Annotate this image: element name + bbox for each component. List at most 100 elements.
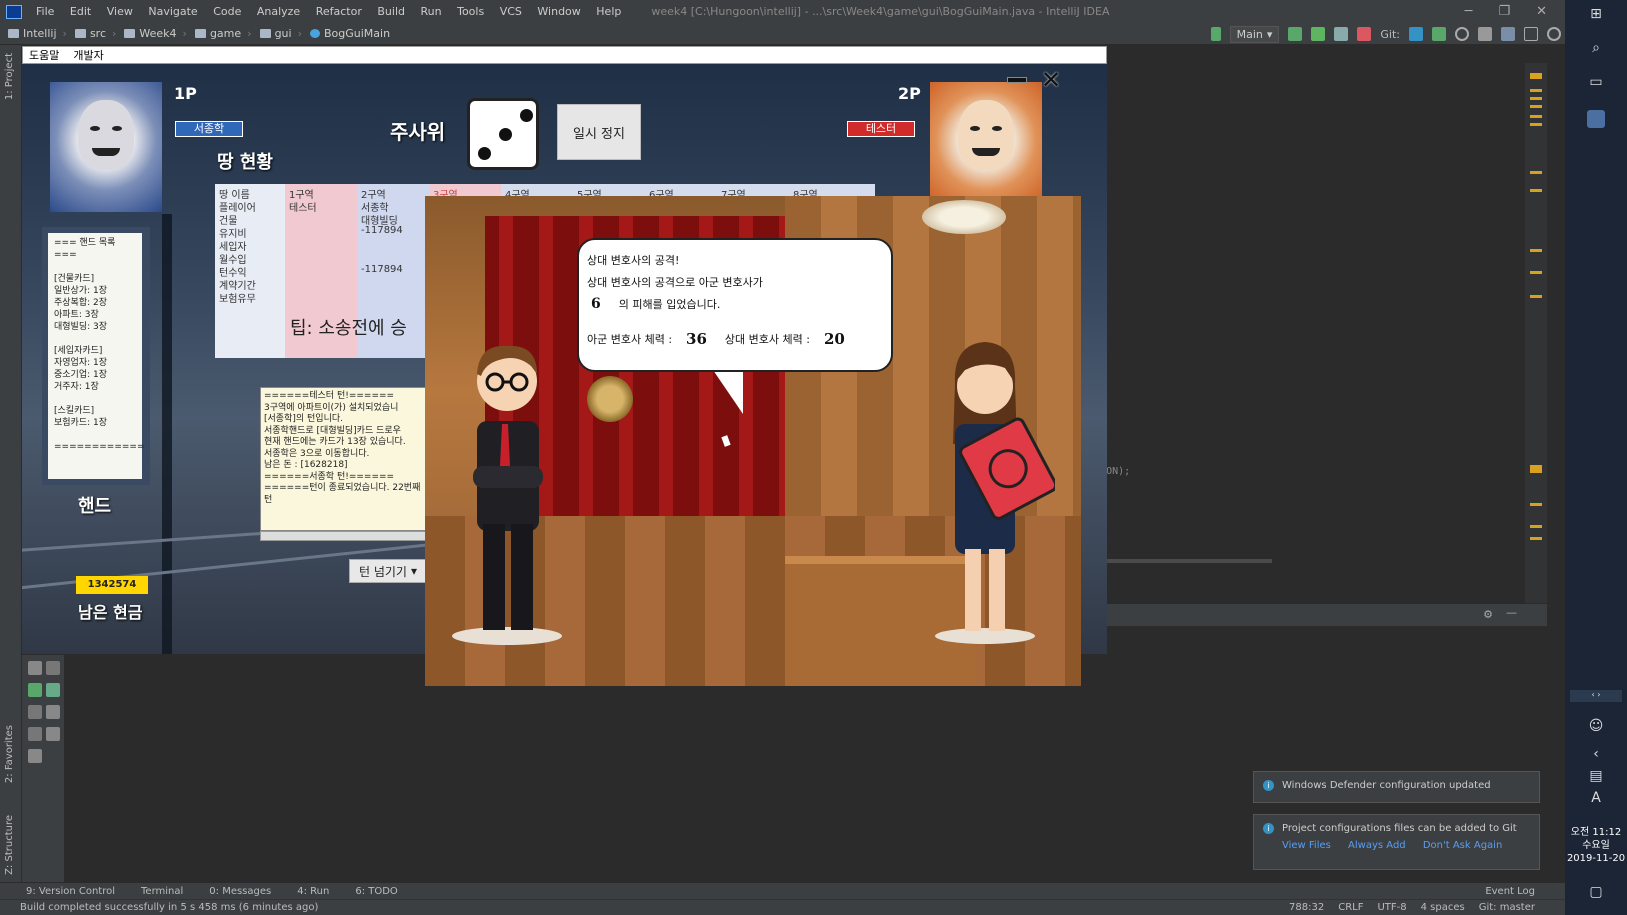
menu-edit[interactable]: Edit: [70, 5, 91, 18]
menu-navigate[interactable]: Navigate: [148, 5, 197, 18]
scroll-arrows-icon[interactable]: ‹ ›: [1570, 690, 1622, 702]
search-icon[interactable]: [1547, 27, 1561, 41]
game-minimize-icon[interactable]: [1007, 77, 1027, 83]
network-icon[interactable]: ▤: [1587, 768, 1605, 786]
breadcrumb-intellij[interactable]: Intellij ›: [8, 27, 67, 40]
warning-marker[interactable]: [1530, 295, 1542, 298]
camera-icon[interactable]: [28, 661, 42, 675]
warning-marker[interactable]: [1530, 465, 1542, 473]
history-icon[interactable]: [1455, 27, 1469, 41]
build-hammer-icon[interactable]: [1210, 27, 1221, 41]
run-config-select[interactable]: Main ▾: [1229, 25, 1280, 43]
tray-chevron-icon[interactable]: ‹: [1587, 746, 1605, 764]
warning-marker[interactable]: [1530, 537, 1542, 540]
tab-run[interactable]: 4: Run: [297, 886, 329, 897]
scroll-end-icon[interactable]: [46, 683, 60, 697]
menu-run[interactable]: Run: [421, 5, 442, 18]
log-horizontal-scrollbar[interactable]: [260, 531, 428, 541]
tab-terminal[interactable]: Terminal: [141, 886, 183, 897]
project-tab[interactable]: 1: Project: [4, 53, 15, 100]
breadcrumb-week4[interactable]: Week4 ›: [124, 27, 187, 40]
breadcrumb-src[interactable]: src ›: [74, 27, 116, 40]
notification-center-icon[interactable]: ▢: [1587, 884, 1605, 902]
debug-icon[interactable]: [1311, 27, 1326, 41]
project-structure-icon[interactable]: [1501, 27, 1515, 41]
warning-marker[interactable]: [1530, 89, 1542, 92]
exit-icon[interactable]: [28, 727, 42, 741]
rerun-icon[interactable]: [1288, 27, 1303, 41]
warning-marker[interactable]: [1530, 503, 1542, 506]
git-update-icon[interactable]: [1409, 27, 1423, 41]
restore-layout-icon[interactable]: [28, 705, 42, 719]
menu-code[interactable]: Code: [213, 5, 241, 18]
pin-icon[interactable]: [28, 749, 42, 763]
menu-analyze[interactable]: Analyze: [257, 5, 300, 18]
warning-marker[interactable]: [1530, 171, 1542, 174]
dice-face[interactable]: [467, 98, 539, 170]
warning-marker[interactable]: [1530, 271, 1542, 274]
menu-refactor[interactable]: Refactor: [316, 5, 362, 18]
stop-icon[interactable]: [1357, 27, 1372, 41]
warning-marker[interactable]: [1530, 189, 1542, 192]
menu-help[interactable]: Help: [596, 5, 621, 18]
revert-icon[interactable]: [1478, 27, 1492, 41]
tab-messages[interactable]: 0: Messages: [209, 886, 271, 897]
windows-start-icon[interactable]: ⊞: [1587, 6, 1605, 24]
tab-todo[interactable]: 6: TODO: [355, 886, 397, 897]
close-icon[interactable]: ✕: [1536, 4, 1547, 19]
menu-developer[interactable]: 개발자: [73, 47, 103, 63]
breadcrumb-game[interactable]: game ›: [194, 27, 252, 40]
warning-marker[interactable]: [1530, 115, 1542, 118]
task-view-icon[interactable]: ▭: [1587, 74, 1605, 92]
search-icon[interactable]: ⌕: [1587, 40, 1605, 58]
game-log[interactable]: ======테스터 턴!====== 3구역에 아파트이(가) 설치되었습니 […: [260, 387, 428, 531]
tab-event-log[interactable]: Event Log: [1485, 886, 1535, 897]
code-editor[interactable]: [1080, 63, 1525, 603]
wrap-icon[interactable]: [46, 661, 60, 675]
print-icon[interactable]: [46, 705, 60, 719]
clock[interactable]: 오전 11:12 수요일 2019-11-20: [1565, 826, 1627, 865]
structure-tab[interactable]: Z: Structure: [4, 815, 15, 875]
git-branch[interactable]: Git: master: [1479, 902, 1535, 913]
warning-marker[interactable]: [1530, 525, 1542, 528]
breadcrumb-gui[interactable]: gui ›: [259, 27, 302, 40]
line-separator[interactable]: CRLF: [1338, 902, 1363, 913]
menu-file[interactable]: File: [36, 5, 54, 18]
indent-setting[interactable]: 4 spaces: [1421, 902, 1465, 913]
rerun-icon[interactable]: [28, 683, 42, 697]
menu-vcs[interactable]: VCS: [500, 5, 522, 18]
warning-marker[interactable]: [1530, 249, 1542, 252]
intellij-taskbar-icon[interactable]: [1587, 110, 1605, 128]
favorites-tab[interactable]: 2: Favorites: [4, 725, 15, 783]
menu-view[interactable]: View: [107, 5, 133, 18]
maximize-icon[interactable]: ❐: [1498, 4, 1510, 19]
view-files-link[interactable]: View Files: [1282, 840, 1331, 851]
coverage-icon[interactable]: [1334, 27, 1349, 41]
file-encoding[interactable]: UTF-8: [1377, 902, 1406, 913]
tab-version-control[interactable]: 9: Version Control: [26, 886, 115, 897]
caret-position[interactable]: 788:32: [1289, 902, 1324, 913]
always-add-link[interactable]: Always Add: [1348, 840, 1406, 851]
menu-window[interactable]: Window: [537, 5, 580, 18]
minimize-icon[interactable]: ─: [1465, 4, 1473, 19]
warning-marker[interactable]: [1530, 105, 1542, 108]
game-close-icon[interactable]: ✕: [1041, 66, 1061, 94]
menu-build[interactable]: Build: [377, 5, 405, 18]
menu-help-ko[interactable]: 도움말: [29, 47, 59, 63]
pause-button[interactable]: 일시 정지: [557, 104, 641, 160]
menu-tools[interactable]: Tools: [457, 5, 484, 18]
people-icon[interactable]: ☺: [1587, 718, 1605, 736]
ime-indicator[interactable]: A: [1587, 790, 1605, 808]
git-commit-icon[interactable]: [1432, 27, 1446, 41]
hide-icon[interactable]: —: [1506, 606, 1517, 619]
warning-marker[interactable]: [1530, 123, 1542, 126]
warning-marker[interactable]: [1530, 73, 1542, 79]
end-turn-button[interactable]: 턴 넘기기 ▾: [349, 559, 427, 583]
editor-horizontal-scrollbar[interactable]: [1080, 559, 1272, 563]
dont-ask-again-link[interactable]: Don't Ask Again: [1423, 840, 1502, 851]
trash-icon[interactable]: [46, 727, 60, 741]
warning-marker[interactable]: [1530, 97, 1542, 100]
gear-icon[interactable]: ⚙: [1483, 608, 1493, 621]
breadcrumb-boggui[interactable]: BogGuiMain: [310, 27, 390, 40]
layout-icon[interactable]: [1524, 27, 1538, 41]
